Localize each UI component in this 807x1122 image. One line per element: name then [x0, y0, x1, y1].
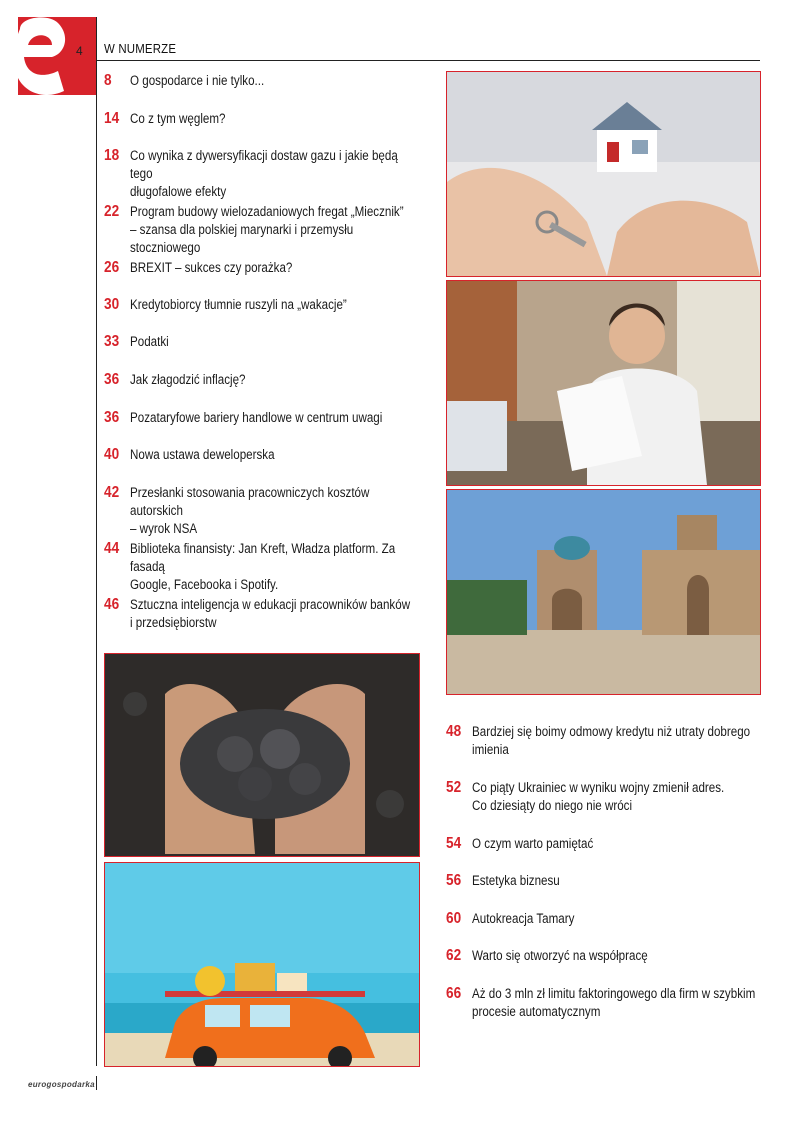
toc-entry[interactable]: 56 Estetyka biznesu: [446, 872, 802, 890]
photo-vacation-car: [104, 862, 420, 1067]
footer-brand: eurogospodarka: [28, 1080, 95, 1089]
toc-page-number: 36: [104, 409, 120, 426]
margin-rule: [96, 17, 97, 1066]
toc-page-number: 36: [104, 371, 120, 388]
magazine-logo: [18, 17, 96, 95]
toc-page-number: 26: [104, 259, 120, 276]
toc-title: Estetyka biznesu: [472, 873, 560, 888]
toc-title: Nowa ustawa deweloperska: [130, 447, 275, 462]
toc-page-number: 40: [104, 446, 120, 463]
toc-entry[interactable]: 48 Bardziej się boimy odmowy kredytu niż …: [446, 723, 802, 759]
toc-page-number: 54: [446, 835, 462, 852]
toc-page-number: 44: [104, 540, 120, 557]
toc-title: Podatki: [130, 334, 169, 349]
page-number: 4: [76, 44, 83, 58]
toc-entry[interactable]: 36 Pozataryfowe bariery handlowe w centru…: [104, 409, 460, 427]
toc-title: Co wynika z dywersyfikacji dostaw gazu i…: [130, 148, 398, 199]
toc-entry[interactable]: 52 Co piąty Ukrainiec w wyniku wojny zmie…: [446, 779, 802, 815]
toc-entry[interactable]: 44 Biblioteka finansisty: Jan Kreft, Wład…: [104, 540, 460, 594]
toc-title: Pozataryfowe bariery handlowe w centrum …: [130, 410, 383, 425]
section-title: W NUMERZE: [104, 41, 177, 56]
toc-entry[interactable]: 22 Program budowy wielozadaniowych fregat…: [104, 203, 460, 257]
toc-page-number: 30: [104, 296, 120, 313]
toc-page-number: 46: [104, 596, 120, 613]
toc-entry[interactable]: 46 Sztuczna inteligencja w edukacji praco…: [104, 596, 460, 632]
toc-title: O gospodarce i nie tylko...: [130, 73, 265, 88]
toc-entry[interactable]: 8 O gospodarce i nie tylko...: [104, 72, 460, 90]
toc-page-number: 60: [446, 910, 462, 927]
toc-entry[interactable]: 66 Aż do 3 mln zł limitu faktoringowego d…: [446, 985, 802, 1021]
toc-page-number: 48: [446, 723, 462, 740]
photo-uzbek-mosque: [446, 489, 761, 695]
toc-title: Bardziej się boimy odmowy kredytu niż ut…: [472, 724, 751, 757]
photo-house-keys: [446, 71, 761, 277]
toc-title: Kredytobiorcy tłumnie ruszyli na „wakacj…: [130, 297, 347, 312]
toc-entry[interactable]: 42 Przesłanki stosowania pracowniczych ko…: [104, 484, 460, 538]
photo-coal-hands: [104, 653, 420, 857]
toc-page-number: 33: [104, 333, 120, 350]
toc-page-number: 62: [446, 947, 462, 964]
toc-entry[interactable]: 54 O czym warto pamiętać: [446, 835, 802, 853]
toc-entry[interactable]: 40 Nowa ustawa deweloperska: [104, 446, 460, 464]
toc-title: Autokreacja Tamary: [472, 911, 575, 926]
toc-entry[interactable]: 26 BREXIT – sukces czy porażka?: [104, 259, 460, 277]
toc-page-number: 22: [104, 203, 120, 220]
toc-page-number: 42: [104, 484, 120, 501]
toc-page-number: 14: [104, 110, 120, 127]
toc-title: Co z tym węglem?: [130, 111, 226, 126]
toc-title: Co piąty Ukrainiec w wyniku wojny zmieni…: [472, 780, 725, 813]
toc-entry[interactable]: 30 Kredytobiorcy tłumnie ruszyli na „waka…: [104, 296, 460, 314]
photo-man-reading: [446, 280, 761, 486]
toc-page-number: 66: [446, 985, 462, 1002]
toc-title: Aż do 3 mln zł limitu faktoringowego dla…: [472, 986, 756, 1019]
toc-entry[interactable]: 36 Jak złagodzić inflację?: [104, 371, 460, 389]
header-rule: [96, 60, 760, 61]
logo-e-icon: [18, 17, 96, 95]
toc-title: Program budowy wielozadaniowych fregat „…: [130, 204, 404, 255]
toc-title: BREXIT – sukces czy porażka?: [130, 260, 293, 275]
toc-title: Przesłanki stosowania pracowniczych kosz…: [130, 485, 370, 536]
toc-page-number: 8: [104, 72, 112, 89]
toc-title: Sztuczna inteligencja w edukacji pracown…: [130, 597, 411, 630]
toc-title: Biblioteka finansisty: Jan Kreft, Władza…: [130, 541, 396, 592]
toc-entry[interactable]: 33 Podatki: [104, 333, 460, 351]
toc-page-number: 18: [104, 147, 120, 164]
toc-page-number: 56: [446, 872, 462, 889]
toc-entry[interactable]: 62 Warto się otworzyć na współpracę: [446, 947, 802, 965]
toc-entry[interactable]: 14 Co z tym węglem?: [104, 110, 460, 128]
toc-page-number: 52: [446, 779, 462, 796]
toc-entry[interactable]: 18 Co wynika z dywersyfikacji dostaw gazu…: [104, 147, 460, 201]
toc-title: Warto się otworzyć na współpracę: [472, 948, 648, 963]
toc-title: O czym warto pamiętać: [472, 836, 594, 851]
toc-entry[interactable]: 60 Autokreacja Tamary: [446, 910, 802, 928]
toc-title: Jak złagodzić inflację?: [130, 372, 246, 387]
footer-rule: [96, 1076, 97, 1090]
